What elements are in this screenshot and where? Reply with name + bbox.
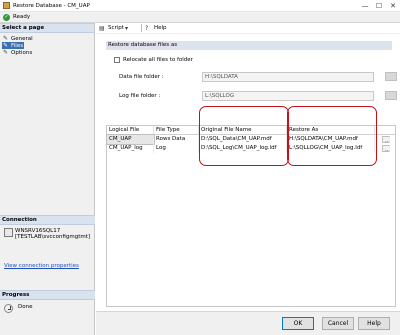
log-folder-row: Log file folder : L:\SQLLOG	[106, 91, 397, 101]
column-header-file-type[interactable]: File Type	[154, 126, 199, 134]
cell-logical-name[interactable]: CM_UAP_log	[107, 144, 154, 153]
ok-button[interactable]: OK	[282, 317, 314, 330]
ellipsis-button[interactable]: …	[382, 136, 390, 143]
data-folder-row: Data file folder : H:\SQLDATA	[106, 72, 397, 82]
cell-file-type: Rows Data	[154, 135, 199, 144]
status-text: Ready	[13, 14, 31, 20]
page-list: ✎ General ✎ Files ✎ Options	[0, 33, 94, 56]
log-folder-label: Log file folder :	[119, 93, 161, 99]
script-label: Script	[108, 25, 124, 31]
minimize-button[interactable]: —	[358, 0, 372, 12]
table-row[interactable]: CM_UAP_log Log D:\SQL_Log\CM_UAP_log.ldf…	[107, 144, 395, 153]
toolbar: ▤ Script ▾ ? Help	[96, 23, 400, 34]
toolbar-separator	[140, 24, 142, 32]
files-grid: Logical File Name File Type Original Fil…	[106, 125, 396, 307]
close-button[interactable]: ✕	[386, 0, 400, 12]
cell-original-file-name: D:\SQL_Log\CM_UAP_log.ldf	[199, 144, 287, 153]
data-folder-label: Data file folder :	[119, 74, 164, 80]
connection-section: Connection WNSRV16SQL17 [TESTLAB\svcconf…	[0, 215, 95, 269]
connection-header: Connection	[0, 215, 95, 225]
server-icon	[4, 228, 13, 237]
progress-info: Done	[0, 300, 95, 313]
cell-logical-name[interactable]: CM_UAP	[106, 134, 155, 145]
relocate-label: Relocate all files to folder	[123, 57, 193, 63]
wrench-icon: ✎	[3, 34, 9, 42]
help-icon: ?	[144, 24, 149, 32]
window-title: Restore Database - CM_UAP	[13, 2, 90, 9]
connection-info: WNSRV16SQL17 [TESTLAB\svcconfigmgtmt]	[0, 225, 95, 240]
data-folder-browse-button[interactable]	[385, 72, 397, 81]
title-bar: Restore Database - CM_UAP — ☐ ✕	[0, 0, 400, 12]
script-icon: ▤	[99, 24, 105, 32]
files-panel: Restore database files as Relocate all f…	[106, 41, 397, 309]
cell-original-file-name: D:\SQL_Data\CM_UAP.mdf	[199, 135, 287, 144]
cell-browse: …	[375, 144, 395, 153]
page-item-label: Files	[11, 42, 24, 49]
maximize-button[interactable]: ☐	[372, 0, 386, 12]
log-folder-browse-button[interactable]	[385, 91, 397, 100]
dialog-footer: OK Cancel Help	[96, 311, 400, 335]
ellipsis-button[interactable]: …	[382, 145, 390, 152]
connection-user: [TESTLAB\svcconfigmgtmt]	[15, 234, 91, 240]
done-icon	[4, 304, 13, 313]
data-folder-input[interactable]: H:\SQLDATA	[202, 72, 374, 82]
help-footer-button[interactable]: Help	[358, 317, 390, 330]
left-pane: Select a page ✎ General ✎ Files ✎ Option…	[0, 23, 95, 335]
page-item-options[interactable]: ✎ Options	[2, 49, 94, 56]
view-connection-properties-link[interactable]: View connection properties	[0, 263, 95, 269]
wrench-icon: ✎	[3, 48, 9, 56]
progress-header: Progress	[0, 290, 95, 300]
help-button[interactable]: ? Help	[145, 25, 167, 32]
column-header-logical-name[interactable]: Logical File Name	[107, 126, 154, 142]
grid-header: Logical File Name File Type Original Fil…	[107, 126, 395, 142]
page-item-general[interactable]: ✎ General	[2, 35, 94, 42]
relocate-checkbox[interactable]	[114, 57, 120, 63]
log-folder-input[interactable]: L:\SQLLOG	[202, 91, 374, 101]
help-label: Help	[153, 25, 167, 31]
chevron-down-icon: ▾	[124, 24, 128, 32]
cell-file-type: Log	[154, 144, 199, 153]
page-item-label: General	[11, 35, 33, 42]
wrench-icon: ✎	[3, 41, 9, 49]
column-header-restore-as[interactable]: Restore As	[287, 126, 375, 134]
check-circle-icon: ✓	[3, 13, 10, 21]
table-row[interactable]: CM_UAP Rows Data D:\SQL_Data\CM_UAP.mdf …	[106, 134, 395, 145]
progress-section: Progress Done	[0, 290, 95, 313]
page-item-label: Options	[11, 49, 33, 56]
relocate-row: Relocate all files to folder	[114, 57, 193, 63]
script-button[interactable]: ▤ Script ▾	[99, 25, 134, 32]
restore-files-group-label: Restore database files as	[106, 41, 392, 50]
cell-browse: …	[375, 135, 395, 144]
status-bar: ✓ Ready	[0, 12, 400, 23]
progress-status: Done	[18, 304, 33, 310]
column-header-original-file-name[interactable]: Original File Name	[199, 126, 287, 134]
page-item-files[interactable]: ✎ Files	[2, 42, 24, 49]
app-icon	[3, 2, 10, 9]
cancel-button[interactable]: Cancel	[322, 317, 354, 330]
select-page-header: Select a page	[0, 23, 94, 33]
main-pane: ▤ Script ▾ ? Help Restore database files…	[96, 23, 400, 311]
cell-restore-as[interactable]: H:\SQLDATA\CM_UAP.mdf	[287, 135, 375, 144]
cell-restore-as[interactable]: L:\SQLLOG\CM_UAP_log.ldf	[287, 144, 375, 153]
column-header-blank	[375, 126, 395, 134]
